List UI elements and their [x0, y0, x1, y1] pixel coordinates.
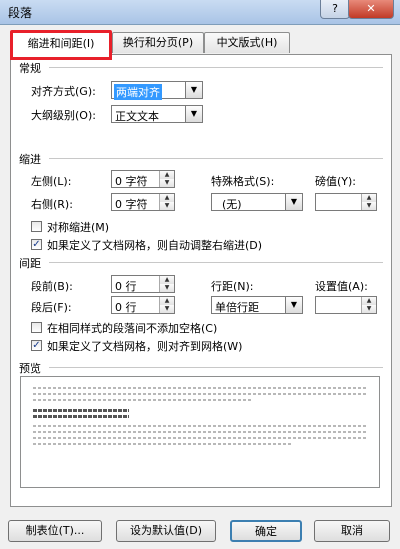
auto-adjust-checkbox[interactable]: ✓	[31, 239, 42, 250]
line-spacing-label: 行距(N):	[211, 280, 254, 293]
cancel-button[interactable]: 取消	[314, 520, 390, 542]
tab-indent-spacing[interactable]: 缩进和间距(I)	[10, 30, 112, 60]
divider	[49, 158, 383, 159]
alignment-label: 对齐方式(G):	[31, 85, 96, 98]
mirror-indent-label: 对称缩进(M)	[47, 221, 110, 234]
alignment-value: 两端对齐	[114, 84, 162, 100]
right-indent-value: 0 字符	[115, 198, 148, 211]
auto-adjust-label: 如果定义了文档网格，则自动调整右缩进(D)	[47, 239, 263, 252]
line-spacing-value: 单倍行距	[215, 301, 259, 314]
preview-section-title: 预览	[19, 362, 41, 375]
space-before-input[interactable]: 0 行 ▲ ▼	[111, 275, 175, 293]
left-indent-input[interactable]: 0 字符 ▲ ▼	[111, 170, 175, 188]
tabs-button[interactable]: 制表位(T)...	[8, 520, 102, 542]
preview-line	[33, 443, 293, 445]
right-indent-input[interactable]: 0 字符 ▲ ▼	[111, 193, 175, 211]
divider	[49, 262, 383, 263]
preview-line	[33, 399, 253, 401]
line-spacing-at-input[interactable]: ▲ ▼	[315, 296, 377, 314]
special-indent-value: (无)	[222, 198, 242, 211]
title-bar: 段落 ? ✕	[0, 0, 400, 25]
left-indent-value: 0 字符	[115, 175, 148, 188]
preview-line	[33, 425, 367, 427]
general-section-title: 常规	[19, 62, 41, 75]
preview-line	[33, 387, 367, 389]
preview-current-line	[33, 415, 129, 418]
spin-down-icon[interactable]: ▼	[361, 202, 376, 210]
divider	[49, 367, 383, 368]
space-after-value: 0 行	[115, 301, 137, 314]
tab-line-page-breaks[interactable]: 换行和分页(P)	[112, 32, 204, 53]
line-spacing-at-label: 设置值(A):	[315, 280, 368, 293]
outline-level-label: 大纲级别(O):	[31, 109, 96, 122]
divider	[49, 67, 383, 68]
preview-line	[33, 437, 367, 439]
tab-asian-typography[interactable]: 中文版式(H)	[204, 32, 290, 53]
outline-level-select[interactable]: 正文文本 ▼	[111, 105, 203, 123]
right-indent-label: 右侧(R):	[31, 198, 73, 211]
space-after-label: 段后(F):	[31, 301, 72, 314]
space-after-input[interactable]: 0 行 ▲ ▼	[111, 296, 175, 314]
special-indent-select[interactable]: (无) ▼	[211, 193, 303, 211]
indent-section-title: 缩进	[19, 153, 41, 166]
preview-line	[33, 431, 367, 433]
space-before-label: 段前(B):	[31, 280, 73, 293]
spin-down-icon[interactable]: ▼	[159, 202, 174, 210]
chevron-down-icon: ▼	[285, 297, 302, 313]
no-space-same-style-label: 在相同样式的段落间不添加空格(C)	[47, 322, 218, 335]
alignment-select[interactable]: 两端对齐 ▼	[111, 81, 203, 100]
spin-down-icon[interactable]: ▼	[159, 179, 174, 187]
left-indent-label: 左侧(L):	[31, 175, 72, 188]
preview-pane	[20, 376, 380, 488]
chevron-down-icon: ▼	[285, 194, 302, 210]
line-spacing-select[interactable]: 单倍行距 ▼	[211, 296, 303, 314]
close-button[interactable]: ✕	[348, 0, 394, 19]
chevron-down-icon: ▼	[185, 82, 202, 98]
help-button[interactable]: ?	[320, 0, 350, 19]
spin-down-icon[interactable]: ▼	[361, 305, 376, 313]
special-indent-label: 特殊格式(S):	[211, 175, 275, 188]
snap-to-grid-checkbox[interactable]: ✓	[31, 340, 42, 351]
spacing-section-title: 间距	[19, 257, 41, 270]
spin-down-icon[interactable]: ▼	[159, 284, 174, 292]
ok-button[interactable]: 确定	[230, 520, 302, 542]
window-title: 段落	[8, 6, 33, 20]
spin-down-icon[interactable]: ▼	[159, 305, 174, 313]
preview-line	[33, 393, 367, 395]
snap-to-grid-label: 如果定义了文档网格，则对齐到网格(W)	[47, 340, 243, 353]
no-space-same-style-checkbox[interactable]	[31, 322, 42, 333]
preview-current-line	[33, 409, 129, 412]
chevron-down-icon: ▼	[185, 106, 202, 122]
outline-level-value: 正文文本	[115, 110, 159, 123]
mirror-indent-checkbox[interactable]	[31, 221, 42, 232]
indent-by-input[interactable]: ▲ ▼	[315, 193, 377, 211]
set-default-button[interactable]: 设为默认值(D)	[116, 520, 216, 542]
space-before-value: 0 行	[115, 280, 137, 293]
indent-by-label: 磅值(Y):	[315, 175, 357, 188]
